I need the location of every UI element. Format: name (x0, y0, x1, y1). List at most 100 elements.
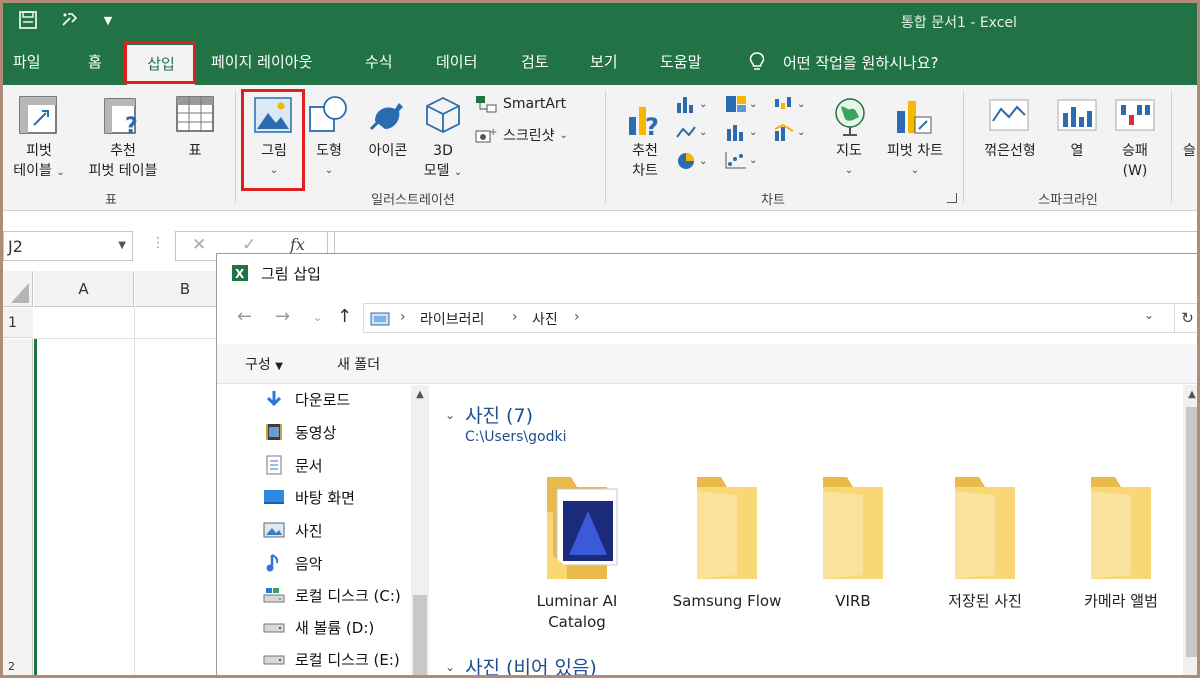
sparkline-line-button[interactable]: 꺾은선형 (973, 141, 1047, 161)
folder-label: Samsung Flow (672, 592, 782, 610)
refresh-icon[interactable]: ↻ (1175, 303, 1197, 333)
tab-view[interactable]: 보기 (590, 39, 618, 85)
tab-file[interactable]: 파일 (13, 39, 41, 85)
table-button[interactable]: 표 (175, 141, 215, 161)
sheet-row-1[interactable] (34, 307, 216, 339)
separator (235, 91, 236, 203)
insert-function-icon[interactable]: fx (290, 235, 305, 254)
recommended-pivot-button[interactable]: 추천 피벗 테이블 (71, 141, 175, 181)
3d-model-icon (426, 96, 460, 134)
pivot-table-button[interactable]: 피벗 테이블 ⌄ (3, 141, 75, 183)
screenshot-button[interactable]: + 스크린샷 ⌄ (475, 125, 568, 145)
nav-item-drive-e[interactable]: 로컬 디스크 (E:) (263, 647, 400, 671)
sparkline-column-button[interactable]: 열 (1057, 141, 1097, 161)
shapes-button[interactable]: 도형 ⌄ (307, 141, 351, 181)
address-bar[interactable]: › 라이브러리 › 사진 › ⌄ (363, 303, 1175, 333)
nav-scrollbar[interactable]: ▲ (411, 385, 429, 675)
breadcrumb-library[interactable]: 라이브러리 (420, 309, 484, 329)
pivot-chart-button[interactable]: 피벗 차트 ⌄ (875, 141, 955, 181)
folder-item[interactable]: 저장된 사진 (915, 471, 1055, 612)
recommended-chart-button[interactable]: 추천 차트 (617, 141, 673, 181)
caret-down-icon: ▼ (275, 361, 283, 372)
organize-button[interactable]: 구성 ▼ (245, 354, 283, 374)
breadcrumb-pictures[interactable]: 사진 (532, 309, 558, 329)
waterfall-chart-icon (775, 97, 791, 109)
column-header-a[interactable]: A (34, 271, 134, 307)
up-icon[interactable]: ↑ (337, 306, 352, 327)
section-path: C:\Users\godki (465, 429, 567, 445)
tell-me-text: 어떤 작업을 원하시나요? (783, 53, 939, 72)
statistic-chart-button[interactable]: ⌄ (725, 123, 757, 141)
scrollbar-thumb[interactable] (413, 595, 427, 675)
nav-item-drive-d[interactable]: 새 볼륨 (D:) (263, 615, 374, 639)
section-header-2[interactable]: ⌄ 사진 (비어 있음) (445, 653, 597, 675)
nav-item-desktop[interactable]: 바탕 화면 (263, 485, 355, 509)
xy-chart-button[interactable]: ⌄ (725, 151, 757, 169)
nav-item-videos[interactable]: 동영상 (263, 420, 336, 444)
nav-item-drive-c[interactable]: 로컬 디스크 (C:) (263, 583, 401, 607)
waterfall-chart-button[interactable]: ⌄ (773, 95, 805, 113)
recent-locations-icon[interactable]: ⌄ (313, 311, 322, 324)
dialog-title: 그림 삽입 (261, 265, 321, 283)
section-header[interactable]: ⌄ 사진 (7) (445, 401, 533, 428)
nav-item-documents[interactable]: 문서 (263, 453, 323, 477)
tab-review[interactable]: 검토 (521, 39, 549, 85)
scroll-up-icon[interactable]: ▲ (1183, 389, 1197, 400)
icons-button[interactable]: 아이콘 (359, 141, 417, 161)
name-box[interactable]: J2 ▼ (3, 231, 133, 261)
nav-item-downloads[interactable]: 다운로드 (263, 387, 350, 411)
combo-chart-button[interactable]: ⌄ (773, 123, 805, 141)
map-button[interactable]: 지도 ⌄ (825, 141, 873, 181)
enter-icon[interactable]: ✓ (242, 235, 256, 255)
content-scrollbar[interactable]: ▲ (1183, 385, 1197, 675)
tell-me-search[interactable]: 어떤 작업을 원하시나요? (749, 39, 939, 85)
folder-item[interactable]: Luminar AI Catalog (507, 471, 647, 633)
desktop-icon (263, 487, 285, 507)
tab-home[interactable]: 홈 (88, 39, 102, 85)
row-header-2[interactable]: 2 (3, 659, 33, 675)
sparkline-winloss-button[interactable]: 승패 (W) (1111, 141, 1159, 181)
cancel-icon[interactable]: ✕ (192, 235, 206, 255)
save-icon[interactable] (17, 9, 39, 31)
folder-item[interactable]: VIRB (783, 471, 923, 612)
combo-chart-icon (774, 123, 794, 141)
tab-formulas[interactable]: 수식 (365, 39, 393, 85)
touch-mode-icon[interactable] (59, 9, 81, 31)
customize-icon[interactable]: ▼ (97, 9, 119, 31)
folder-icon (955, 477, 1015, 579)
scroll-up-icon[interactable]: ▲ (411, 389, 429, 400)
nav-item-label: 음악 (295, 554, 323, 573)
column-chart-button[interactable]: ⌄ (675, 95, 707, 113)
forward-icon[interactable]: → (275, 306, 290, 327)
new-folder-button[interactable]: 새 폴더 (337, 354, 380, 374)
3d-model-button[interactable]: 3D 모델 ⌄ (419, 141, 467, 183)
nav-item-label: 로컬 디스크 (E:) (295, 650, 400, 669)
nav-item-pictures[interactable]: 사진 (263, 518, 323, 542)
slicer-button[interactable]: 슬 (1183, 141, 1197, 161)
row-header-1[interactable]: 1 (3, 308, 33, 338)
chevron-down-icon: ⌄ (844, 165, 854, 176)
svg-text:X: X (235, 267, 245, 281)
back-icon[interactable]: ← (237, 306, 252, 327)
dialog-launcher-icon[interactable] (947, 193, 957, 203)
nav-item-label: 다운로드 (295, 390, 351, 409)
tab-help[interactable]: 도움말 (660, 39, 701, 85)
tab-page-layout[interactable]: 페이지 레이아웃 (211, 39, 312, 85)
hierarchy-chart-button[interactable]: ⌄ (725, 95, 757, 113)
scrollbar-thumb[interactable] (1186, 407, 1197, 657)
chevron-down-icon: ⌄ (749, 98, 758, 110)
scatter-chart-button[interactable]: ⌄ (675, 123, 707, 141)
folder-item[interactable]: 카메라 앨범 (1051, 471, 1191, 612)
folder-item[interactable]: Samsung Flow (657, 471, 797, 612)
pivot-chart-label: 피벗 차트 (887, 143, 943, 159)
address-dropdown-icon[interactable]: ⌄ (1144, 308, 1154, 322)
svg-text:+: + (489, 127, 497, 138)
pie-chart-button[interactable]: ⌄ (675, 151, 707, 171)
separator (963, 91, 964, 203)
smartart-button[interactable]: SmartArt (475, 95, 566, 113)
nav-item-music[interactable]: 음악 (263, 551, 323, 575)
tab-data[interactable]: 데이터 (436, 39, 477, 85)
select-all-corner[interactable] (3, 271, 33, 307)
nav-item-label: 동영상 (295, 423, 337, 442)
chevron-down-icon: ⌄ (699, 126, 708, 138)
